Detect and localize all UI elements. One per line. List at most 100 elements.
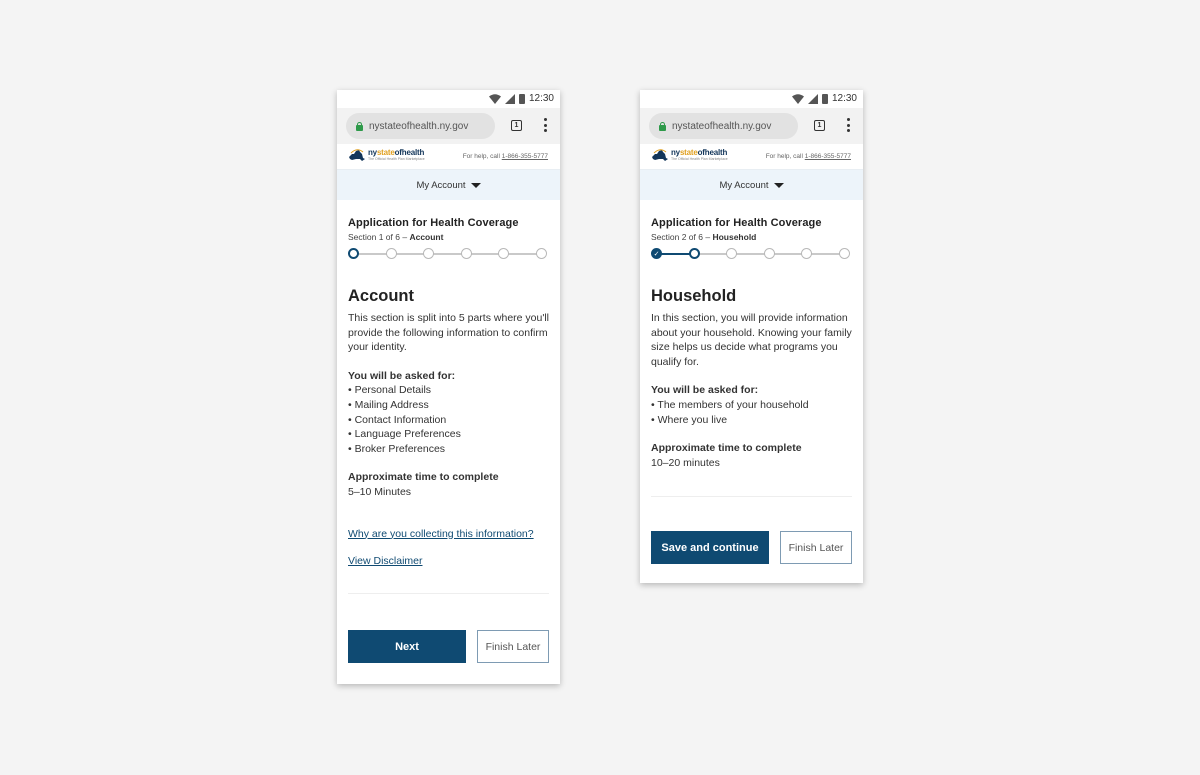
list-item: • Language Preferences — [348, 428, 461, 441]
phone-screen-household: 12:30 nystateofhealth.ny.gov 1 nystateof… — [640, 90, 863, 583]
finish-later-button[interactable]: Finish Later — [477, 630, 549, 663]
nystateofhealth-logo[interactable]: nystateofhealth The Official Health Plan… — [348, 148, 425, 162]
list-item: • The members of your household — [651, 398, 809, 411]
help-label: For help, call — [765, 153, 803, 160]
progress-stepper: ✓ — [651, 247, 851, 261]
battery-icon — [518, 93, 525, 104]
menu-dots-icon[interactable] — [543, 118, 547, 132]
status-time: 12:30 — [528, 93, 554, 104]
my-account-label: My Account — [416, 179, 466, 191]
asked-for-label: You will be asked for: — [651, 384, 759, 397]
stepper-track — [354, 253, 542, 255]
main-content: Application for Health Coverage Section … — [640, 217, 863, 498]
step-5 — [801, 248, 812, 259]
help-label: For help, call — [462, 153, 500, 160]
step-3 — [423, 248, 434, 259]
step-1 — [348, 248, 359, 259]
help-text: For help, call 1-866-355-5777 — [463, 153, 548, 160]
logo-text-state: state — [376, 147, 395, 157]
view-disclaimer-link[interactable]: View Disclaimer — [348, 555, 549, 567]
list-item: • Contact Information — [348, 413, 447, 426]
menu-dots-icon[interactable] — [846, 118, 850, 132]
lock-icon — [356, 121, 363, 131]
next-button[interactable]: Next — [348, 630, 466, 663]
intro-text: In this section, you will provide inform… — [651, 312, 852, 368]
browser-toolbar: nystateofhealth.ny.gov 1 — [337, 108, 560, 144]
section-heading: Household — [651, 287, 737, 305]
asked-for-label: You will be asked for: — [348, 369, 456, 382]
caret-down-icon — [470, 182, 481, 188]
address-bar[interactable]: nystateofhealth.ny.gov — [649, 113, 798, 139]
asked-for-list: • Personal Details • Mailing Address • C… — [348, 383, 549, 456]
section-name: Household — [712, 232, 757, 242]
time-label: Approximate time to complete — [348, 471, 499, 484]
step-6 — [839, 248, 850, 259]
application-title: Application for Health Coverage — [348, 217, 519, 229]
intro-text: This section is split into 5 parts where… — [348, 312, 550, 354]
time-value: 10–20 minutes — [651, 456, 720, 469]
lock-icon — [659, 121, 666, 131]
status-time: 12:30 — [831, 93, 857, 104]
nystateofhealth-logo[interactable]: nystateofhealth The Official Health Plan… — [651, 148, 728, 162]
application-title: Application for Health Coverage — [651, 217, 822, 229]
logo-text-ofhealth: ofhealth — [394, 147, 425, 157]
url-text: nystateofhealth.ny.gov — [672, 120, 772, 132]
help-text: For help, call 1-866-355-5777 — [766, 153, 851, 160]
logo-text-ofhealth: ofhealth — [697, 147, 728, 157]
logo-text-ny: ny — [671, 147, 680, 157]
save-and-continue-button[interactable]: Save and continue — [651, 531, 769, 564]
status-bar: 12:30 — [337, 90, 560, 108]
wifi-icon — [488, 93, 501, 104]
time-label: Approximate time to complete — [651, 442, 802, 455]
logo-text-ny: ny — [368, 147, 377, 157]
tabs-icon[interactable]: 1 — [511, 120, 522, 131]
my-account-dropdown[interactable]: My Account — [337, 170, 560, 200]
browser-toolbar: nystateofhealth.ny.gov 1 — [640, 108, 863, 144]
finish-later-button[interactable]: Finish Later — [780, 531, 852, 564]
my-account-label: My Account — [719, 179, 769, 191]
step-2 — [385, 248, 397, 259]
why-collecting-link[interactable]: Why are you collecting this information? — [348, 528, 549, 540]
wifi-icon — [791, 93, 804, 104]
divider — [651, 496, 852, 498]
section-indicator: Section 2 of 6 – Household — [651, 232, 852, 242]
step-2 — [688, 248, 700, 259]
ny-state-map-icon — [652, 149, 668, 161]
status-bar: 12:30 — [640, 90, 863, 108]
section-prefix: Section 1 of 6 – — [348, 232, 408, 242]
step-6 — [536, 248, 547, 259]
logo-tagline: The Official Health Plan Marketplace — [368, 156, 425, 161]
step-4 — [460, 248, 472, 259]
asked-for-list: • The members of your household • Where … — [651, 398, 852, 427]
time-value: 5–10 Minutes — [348, 485, 412, 498]
battery-icon — [821, 93, 828, 104]
caret-down-icon — [773, 182, 784, 188]
phone-screen-account: 12:30 nystateofhealth.ny.gov 1 nystateof… — [337, 90, 560, 684]
logo-tagline: The Official Health Plan Marketplace — [671, 156, 728, 161]
list-item: • Personal Details — [348, 384, 432, 397]
help-phone-link[interactable]: 1-866-355-5777 — [805, 153, 851, 160]
step-3 — [726, 248, 737, 259]
section-heading: Account — [348, 287, 414, 305]
section-prefix: Section 2 of 6 – — [651, 232, 711, 242]
signal-icon — [807, 93, 818, 104]
signal-icon — [504, 93, 515, 104]
list-item: • Mailing Address — [348, 398, 429, 411]
site-header: nystateofhealth The Official Health Plan… — [640, 144, 863, 170]
list-item: • Broker Preferences — [348, 442, 446, 455]
divider — [348, 592, 549, 594]
url-text: nystateofhealth.ny.gov — [369, 120, 469, 132]
main-content: Application for Health Coverage Section … — [337, 217, 560, 594]
site-header: nystateofhealth The Official Health Plan… — [337, 144, 560, 170]
step-1-check-icon: ✓ — [651, 248, 662, 259]
step-5 — [498, 248, 509, 259]
section-indicator: Section 1 of 6 – Account — [348, 232, 549, 242]
step-4 — [763, 248, 775, 259]
my-account-dropdown[interactable]: My Account — [640, 170, 863, 200]
logo-text-state: state — [679, 147, 698, 157]
tabs-icon[interactable]: 1 — [814, 120, 825, 131]
help-phone-link[interactable]: 1-866-355-5777 — [502, 153, 548, 160]
section-name: Account — [409, 232, 444, 242]
address-bar[interactable]: nystateofhealth.ny.gov — [346, 113, 495, 139]
ny-state-map-icon — [349, 149, 365, 161]
